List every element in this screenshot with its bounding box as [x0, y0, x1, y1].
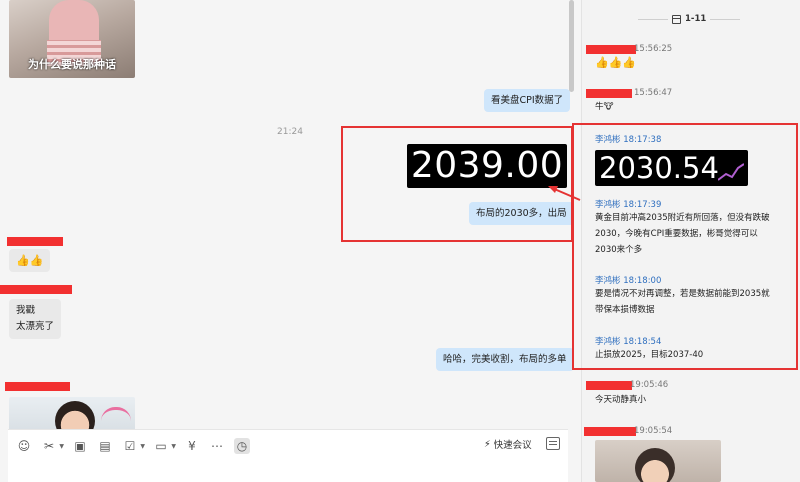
redacted-sender	[586, 45, 636, 54]
checkbox-icon[interactable]: ☑ ▼	[122, 438, 145, 454]
message-wow-line1: 我戳	[16, 305, 36, 316]
chat-pane[interactable]: 为什么要说那种话 看美盘CPI数据了 21:24 2039.00 布局的2030…	[0, 0, 574, 482]
emoji-icon[interactable]: ☺	[16, 438, 32, 454]
quick-meeting-button[interactable]: ⚡ 快速会议	[484, 437, 532, 452]
message-wow-line2: 太漂亮了	[16, 321, 55, 332]
redacted-sender	[584, 427, 636, 436]
divider	[710, 18, 741, 20]
chevron-down-icon[interactable]: ▼	[140, 443, 145, 450]
chevron-down-icon[interactable]: ▼	[171, 443, 176, 450]
message-time: 15:56:25	[634, 44, 673, 54]
panel-toggle-icon[interactable]	[546, 437, 560, 450]
sticker-caption: 为什么要说那种话	[28, 58, 116, 71]
highlight-box-left	[341, 126, 573, 242]
message-time: 19:05:46	[630, 380, 669, 390]
date-separator: 1-11	[638, 14, 741, 24]
scissors-icon[interactable]: ✂ ▼	[41, 438, 64, 454]
image-message-child[interactable]	[595, 440, 721, 482]
lightning-icon: ⚡	[484, 438, 491, 450]
screen: 为什么要说那种话 看美盘CPI数据了 21:24 2039.00 布局的2030…	[0, 0, 800, 482]
image-icon[interactable]: ▣	[72, 438, 88, 454]
chat-history-icon[interactable]: ◷	[234, 438, 250, 454]
photo-rainbow	[101, 407, 131, 421]
document-icon[interactable]: ▤	[97, 438, 113, 454]
divider	[638, 18, 668, 20]
gift-icon[interactable]: ¥	[184, 438, 200, 454]
redacted-sender	[586, 381, 632, 390]
chat-scrollbar-thumb[interactable]	[569, 0, 574, 92]
image-message-sticker[interactable]: 为什么要说那种话	[9, 0, 135, 78]
more-icon[interactable]: ⋯	[209, 438, 225, 454]
message-text[interactable]: 今天动静真小	[595, 392, 773, 408]
quick-meeting-label: 快速会议	[493, 440, 532, 451]
redacted-sender	[586, 89, 632, 98]
chevron-down-icon[interactable]: ▼	[59, 443, 64, 450]
composer-toolbar: ☺ ✂ ▼ ▣ ▤ ☑ ▼ ▭ ▼ ¥ ⋯ ◷	[16, 438, 259, 454]
message-cpi[interactable]: 看美盘CPI数据了	[484, 89, 571, 112]
message-time: 19:05:54	[634, 426, 673, 436]
redacted-sender	[0, 285, 72, 294]
chat-timestamp: 21:24	[277, 127, 303, 137]
message-thumbs[interactable]: 👍👍	[9, 249, 51, 272]
folder-icon[interactable]: ▭ ▼	[153, 438, 176, 454]
calendar-icon	[672, 14, 681, 24]
highlight-box-right	[572, 123, 798, 370]
date-label: 1-11	[685, 14, 707, 24]
message-text[interactable]: 牛🐮	[595, 99, 773, 115]
redacted-sender	[7, 237, 63, 246]
message-haha[interactable]: 哈哈，完美收割，布局的多单	[436, 348, 574, 371]
message-time: 15:56:47	[634, 88, 673, 98]
message-text[interactable]: 👍👍👍	[595, 56, 636, 69]
message-composer[interactable]: ☺ ✂ ▼ ▣ ▤ ☑ ▼ ▭ ▼ ¥ ⋯ ◷ ⚡ 快速会议	[8, 429, 568, 482]
photo-child	[635, 448, 675, 482]
message-wow[interactable]: 我戳 太漂亮了	[9, 299, 62, 339]
redacted-sender	[5, 382, 70, 391]
